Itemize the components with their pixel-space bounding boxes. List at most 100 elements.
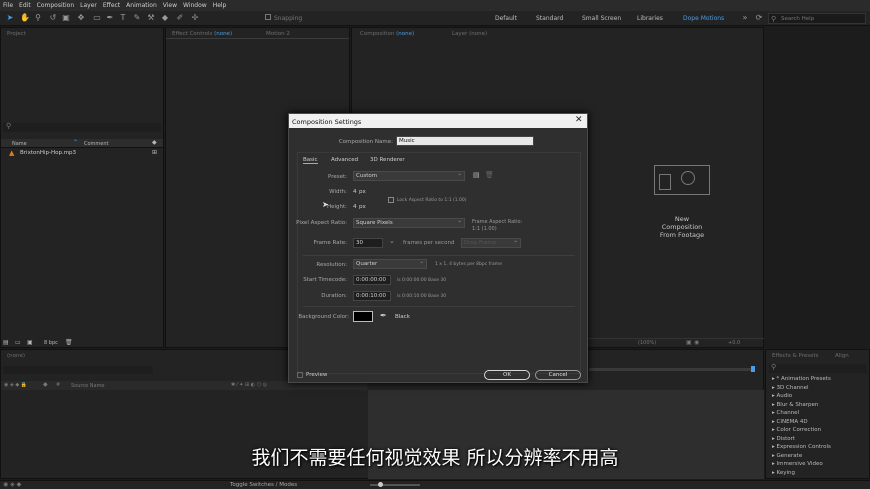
delete-preset-icon[interactable]: 🗑: [485, 171, 494, 179]
effects-item[interactable]: ▸ Channel: [772, 410, 799, 416]
align-tab[interactable]: Align: [835, 353, 849, 359]
effects-item[interactable]: ▸ CINEMA 4D: [772, 419, 808, 425]
col-comment-header[interactable]: Comment: [84, 141, 109, 147]
camera-tool-icon[interactable]: ▣: [61, 13, 71, 23]
new-comp-from-footage-icon[interactable]: [654, 165, 710, 195]
sync-icon[interactable]: ⟳: [754, 13, 764, 23]
par-select[interactable]: Square Pixels: [353, 218, 465, 228]
workspace-menu-icon[interactable]: »: [740, 13, 750, 23]
exposure-value[interactable]: +0.0: [728, 340, 740, 346]
resolution-select[interactable]: Quarter: [353, 259, 427, 269]
search-icon: ⚲: [771, 15, 777, 23]
menu-layer[interactable]: Layer: [80, 2, 97, 9]
effects-item[interactable]: ▸ 3D Channel: [772, 385, 809, 391]
menu-file[interactable]: File: [3, 2, 13, 9]
preview-checkbox[interactable]: [297, 372, 303, 378]
bg-color-swatch[interactable]: [353, 311, 373, 322]
selection-tool-icon[interactable]: ➤: [5, 13, 15, 23]
col-name-header[interactable]: Name: [12, 141, 27, 147]
project-search[interactable]: ⚲: [3, 122, 161, 132]
anchor-tool-icon[interactable]: ✥: [76, 13, 86, 23]
menu-help[interactable]: Help: [213, 2, 227, 9]
channel-icon[interactable]: ◉: [694, 339, 699, 346]
effects-item[interactable]: ▸ Distort: [772, 436, 795, 442]
effects-presets-tab[interactable]: Effects & Presets: [772, 353, 819, 359]
preset-select[interactable]: Custom: [353, 171, 465, 181]
status-icons[interactable]: ◉ ◈ ◆: [3, 481, 21, 488]
cancel-button[interactable]: Cancel: [535, 370, 581, 380]
eyedropper-icon[interactable]: ✒: [380, 311, 387, 320]
width-value[interactable]: 4: [353, 189, 357, 195]
effects-item[interactable]: ▸ Audio: [772, 393, 792, 399]
tab-basic[interactable]: Basic: [303, 157, 318, 164]
rotate-tool-icon[interactable]: ↺: [48, 13, 58, 23]
workspace-dope-motions[interactable]: Dope Motions: [683, 15, 724, 22]
workspace-default[interactable]: Default: [495, 15, 517, 22]
effects-item[interactable]: ▸ Keying: [772, 470, 795, 476]
timeline-tab[interactable]: (none): [7, 353, 25, 359]
start-timecode-info: is 0:00:00:00 Base 30: [397, 278, 447, 283]
ok-button[interactable]: OK: [484, 370, 530, 380]
effects-item[interactable]: ▸ Color Correction: [772, 427, 821, 433]
snapshot-icon[interactable]: ▣: [686, 339, 692, 346]
effects-item[interactable]: ▸ Blur & Sharpen: [772, 402, 818, 408]
new-folder-icon[interactable]: ▭: [15, 339, 21, 346]
height-value[interactable]: 4: [353, 204, 357, 210]
project-row[interactable]: ▲ BrixtonHip-Hop.mp3 ⊞: [1, 149, 163, 158]
lock-aspect-checkbox[interactable]: [388, 197, 394, 203]
source-name-header[interactable]: Source Name: [71, 383, 105, 389]
eraser-tool-icon[interactable]: ◆: [160, 13, 170, 23]
effects-item[interactable]: ▸ * Animation Presets: [772, 376, 831, 382]
roto-tool-icon[interactable]: ✐: [175, 13, 185, 23]
stamp-tool-icon[interactable]: ⚒: [146, 13, 156, 23]
new-comp-icon[interactable]: ▣: [27, 339, 33, 346]
layer-tab[interactable]: Layer (none): [452, 31, 487, 37]
duration-field[interactable]: 0:00:10:00: [353, 291, 391, 301]
project-tab[interactable]: Project: [7, 31, 26, 37]
puppet-tool-icon[interactable]: ✢: [190, 13, 200, 23]
save-preset-icon[interactable]: ▤: [473, 171, 480, 179]
bpc-label[interactable]: 8 bpc: [44, 340, 58, 346]
start-timecode-field[interactable]: 0:00:00:00: [353, 275, 391, 285]
hand-tool-icon[interactable]: ✋: [20, 13, 30, 23]
comp-footer: (100%) ▣ ◉ +0.0: [588, 338, 764, 347]
menu-view[interactable]: View: [163, 2, 177, 9]
menu-window[interactable]: Window: [183, 2, 207, 9]
workspace-small-screen[interactable]: Small Screen: [582, 15, 621, 22]
effect-controls-tab[interactable]: Effect Controls (none): [172, 31, 232, 37]
menu-edit[interactable]: Edit: [19, 2, 31, 9]
effects-search[interactable]: ⚲: [769, 363, 867, 373]
toggle-switches-modes[interactable]: Toggle Switches / Modes: [230, 482, 297, 488]
frame-rate-dropdown-icon[interactable]: ⌄: [389, 237, 395, 245]
pen-tool-icon[interactable]: ✒: [105, 13, 115, 23]
zoom-slider-handle[interactable]: [378, 482, 383, 487]
brush-tool-icon[interactable]: ✎: [132, 13, 142, 23]
interpret-footage-icon[interactable]: ▤: [3, 339, 9, 346]
search-help-box[interactable]: ⚲ Search Help: [768, 13, 866, 24]
comp-name-field[interactable]: Music: [396, 136, 534, 146]
frame-rate-field[interactable]: 30: [353, 238, 383, 248]
new-comp-from-footage-label[interactable]: New Composition From Footage: [632, 215, 732, 239]
work-area-end-handle[interactable]: [751, 366, 755, 372]
label-icon: ◆: [43, 381, 48, 388]
rectangle-tool-icon[interactable]: ▭: [92, 13, 102, 23]
tab-3d-renderer[interactable]: 3D Renderer: [370, 157, 405, 163]
number-header: #: [56, 382, 61, 388]
menu-composition[interactable]: Composition: [37, 2, 74, 9]
text-tool-icon[interactable]: T: [118, 13, 128, 23]
delete-icon[interactable]: 🗑: [65, 339, 73, 346]
composition-tab[interactable]: Composition (none): [360, 31, 414, 37]
zoom-tool-icon[interactable]: ⚲: [33, 13, 43, 23]
work-area-bar[interactable]: [589, 368, 755, 371]
menu-animation[interactable]: Animation: [126, 2, 157, 9]
tab-advanced[interactable]: Advanced: [331, 157, 358, 163]
snapping-checkbox[interactable]: [265, 14, 271, 20]
close-icon[interactable]: ✕: [575, 115, 583, 125]
workspace-standard[interactable]: Standard: [536, 15, 563, 22]
zoom-value[interactable]: (100%): [638, 340, 656, 346]
workspace-libraries[interactable]: Libraries: [637, 15, 663, 22]
motion-tab[interactable]: Motion 2: [266, 31, 290, 37]
timeline-search[interactable]: [3, 366, 153, 374]
drop-frame-select[interactable]: Drop Frame: [461, 238, 521, 248]
menu-effect[interactable]: Effect: [103, 2, 120, 9]
